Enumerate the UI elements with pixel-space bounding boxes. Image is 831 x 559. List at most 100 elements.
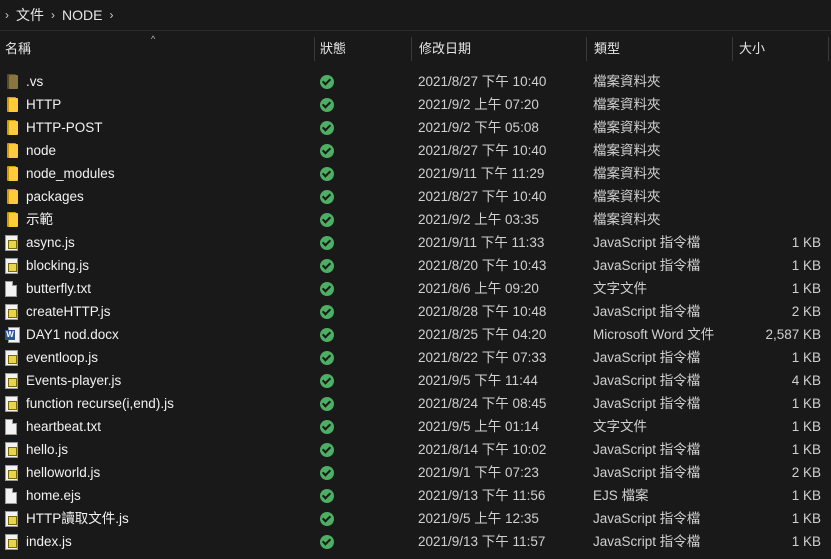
column-header-size-label: 大小 [739, 41, 766, 56]
file-size: 1 KB [791, 442, 821, 457]
file-name: blocking.js [26, 258, 90, 273]
sync-status-icon [320, 144, 334, 158]
file-row[interactable]: async.js 2021/9/11 下午 11:33 JavaScript 指令檔… [0, 231, 831, 254]
file-row[interactable]: HTTP讀取文件.js 2021/9/5 上午 12:35 JavaScript 指… [0, 507, 831, 530]
column-resize-handle[interactable] [828, 37, 829, 61]
file-row[interactable]: packages 2021/8/27 下午 10:40 檔案資料夾 [0, 185, 831, 208]
column-header-status-label: 狀態 [320, 41, 347, 56]
file-row[interactable]: createHTTP.js 2021/8/28 下午 10:48 JavaScrip… [0, 300, 831, 323]
file-row[interactable]: hello.js 2021/8/14 下午 10:02 JavaScript 指令檔… [0, 438, 831, 461]
sync-status-icon [320, 190, 334, 204]
chevron-right-icon[interactable]: › [0, 8, 14, 22]
sync-status-icon [320, 374, 334, 388]
file-size: 1 KB [791, 488, 821, 503]
file-name: 示範 [26, 212, 53, 227]
file-type: JavaScript 指令檔 [593, 511, 701, 526]
sync-status-icon [320, 397, 334, 411]
file-row[interactable]: 示範 2021/9/2 上午 03:35 檔案資料夾 [0, 208, 831, 231]
file-row[interactable]: .vs 2021/8/27 下午 10:40 檔案資料夾 [0, 70, 831, 93]
file-type: JavaScript 指令檔 [593, 258, 701, 273]
file-row[interactable]: index.js 2021/9/13 下午 11:57 JavaScript 指令檔… [0, 530, 831, 553]
chevron-right-icon[interactable]: › [46, 8, 60, 22]
column-header-row: 名稱 ^ 狀態 修改日期 類型 大小 [0, 31, 831, 64]
modified-date: 2021/9/1 下午 07:23 [418, 465, 539, 480]
sync-status-icon [320, 121, 334, 135]
breadcrumb-item-documents[interactable]: 文件 [14, 5, 46, 25]
file-type: JavaScript 指令檔 [593, 465, 701, 480]
file-row[interactable]: function recurse(i,end).js 2021/8/24 下午 0… [0, 392, 831, 415]
file-type: 檔案資料夾 [593, 189, 661, 204]
file-type: EJS 檔案 [593, 488, 649, 503]
text-file-icon [5, 488, 21, 504]
modified-date: 2021/9/2 上午 07:20 [418, 97, 539, 112]
modified-date: 2021/8/14 下午 10:02 [418, 442, 547, 457]
file-size: 1 KB [791, 511, 821, 526]
folder-icon [5, 74, 21, 90]
sync-status-icon [320, 512, 334, 526]
file-row[interactable]: helloworld.js 2021/9/1 下午 07:23 JavaScript… [0, 461, 831, 484]
file-type: Microsoft Word 文件 [593, 327, 715, 342]
file-name: HTTP [26, 97, 62, 112]
modified-date: 2021/8/27 下午 10:40 [418, 189, 547, 204]
column-resize-handle[interactable] [411, 37, 412, 61]
file-row[interactable]: heartbeat.txt 2021/9/5 上午 01:14 文字文件 1 KB [0, 415, 831, 438]
file-row[interactable]: Events-player.js 2021/9/5 下午 11:44 JavaScr… [0, 369, 831, 392]
javascript-file-icon [5, 304, 21, 320]
file-name: .vs [26, 74, 44, 89]
file-row[interactable]: HTTP 2021/9/2 上午 07:20 檔案資料夾 [0, 93, 831, 116]
sync-status-icon [320, 305, 334, 319]
file-row[interactable]: eventloop.js 2021/8/22 下午 07:33 JavaScript… [0, 346, 831, 369]
file-type: JavaScript 指令檔 [593, 304, 701, 319]
sync-status-icon [320, 443, 334, 457]
file-name: hello.js [26, 442, 69, 457]
folder-icon [5, 189, 21, 205]
file-type: 檔案資料夾 [593, 120, 661, 135]
file-name: eventloop.js [26, 350, 99, 365]
column-resize-handle[interactable] [586, 37, 587, 61]
sort-ascending-icon: ^ [151, 34, 156, 44]
column-header-type[interactable]: 類型 [594, 31, 729, 64]
file-row[interactable]: node 2021/8/27 下午 10:40 檔案資料夾 [0, 139, 831, 162]
sync-status-icon [320, 351, 334, 365]
file-type: 文字文件 [593, 419, 647, 434]
column-header-date[interactable]: 修改日期 [419, 31, 584, 64]
column-resize-handle[interactable] [314, 37, 315, 61]
breadcrumb-item-node[interactable]: NODE [60, 7, 104, 23]
modified-date: 2021/8/20 下午 10:43 [418, 258, 547, 273]
file-type: JavaScript 指令檔 [593, 534, 701, 549]
folder-icon [5, 166, 21, 182]
modified-date: 2021/9/2 上午 03:35 [418, 212, 539, 227]
file-row[interactable]: node_modules 2021/9/11 下午 11:29 檔案資料夾 [0, 162, 831, 185]
file-size: 1 KB [791, 419, 821, 434]
file-size: 1 KB [791, 281, 821, 296]
chevron-right-icon[interactable]: › [104, 8, 118, 22]
column-resize-handle[interactable] [732, 37, 733, 61]
modified-date: 2021/8/22 下午 07:33 [418, 350, 547, 365]
modified-date: 2021/8/24 下午 08:45 [418, 396, 547, 411]
column-header-size[interactable]: 大小 [739, 31, 827, 64]
file-size [731, 93, 821, 116]
file-row[interactable]: W DAY1 nod.docx 2021/8/25 下午 04:20 Microsof… [0, 323, 831, 346]
folder-icon [5, 212, 21, 228]
column-header-name[interactable]: 名稱 [5, 31, 310, 64]
javascript-file-icon [5, 396, 21, 412]
file-size: 1 KB [791, 396, 821, 411]
file-name: async.js [26, 235, 75, 250]
file-type: 檔案資料夾 [593, 74, 661, 89]
column-header-status[interactable]: 狀態 [320, 31, 408, 64]
file-row[interactable]: blocking.js 2021/8/20 下午 10:43 JavaScript … [0, 254, 831, 277]
file-name: DAY1 nod.docx [26, 327, 119, 342]
file-row[interactable]: HTTP-POST 2021/9/2 下午 05:08 檔案資料夾 [0, 116, 831, 139]
file-size [731, 70, 821, 93]
file-type: JavaScript 指令檔 [593, 350, 701, 365]
folder-icon [5, 120, 21, 136]
file-type: 文字文件 [593, 281, 647, 296]
scrollbar[interactable] [827, 64, 831, 554]
modified-date: 2021/8/27 下午 10:40 [418, 143, 547, 158]
file-row[interactable]: home.ejs 2021/9/13 下午 11:56 EJS 檔案 1 KB [0, 484, 831, 507]
modified-date: 2021/9/2 下午 05:08 [418, 120, 539, 135]
file-size: 4 KB [791, 373, 821, 388]
column-header-name-label: 名稱 [5, 41, 32, 56]
file-row[interactable]: butterfly.txt 2021/8/6 上午 09:20 文字文件 1 KB [0, 277, 831, 300]
file-name: HTTP-POST [26, 120, 103, 135]
